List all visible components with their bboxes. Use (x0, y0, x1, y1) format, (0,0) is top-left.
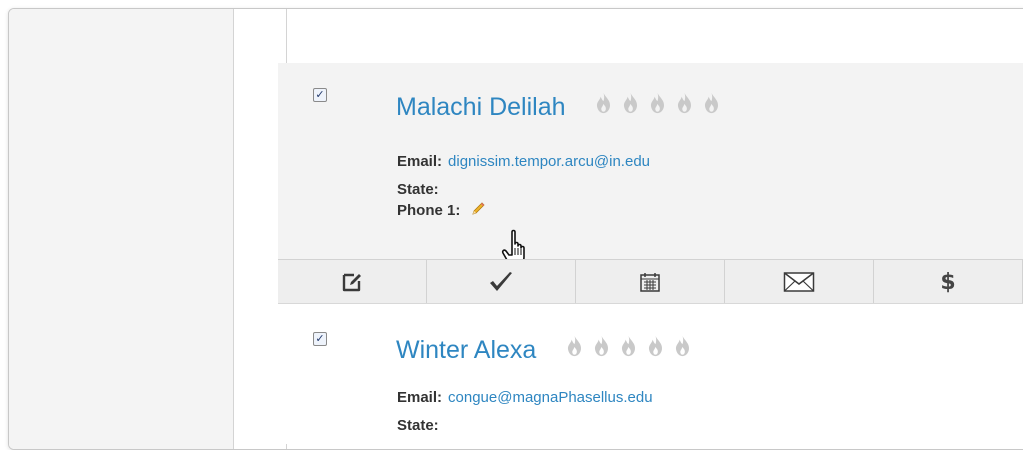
email-label: Email: (397, 153, 443, 170)
calendar-icon[interactable] (639, 271, 661, 293)
email-row: Email: congue@magnaPhasellus.edu (397, 389, 653, 407)
state-label: State: (397, 417, 439, 434)
rating-flames[interactable] (565, 335, 693, 364)
flame-icon[interactable] (646, 335, 665, 357)
contact-name[interactable]: Malachi Delilah (396, 93, 566, 121)
complete-button[interactable] (427, 260, 576, 304)
state-row: State: (397, 417, 653, 435)
flame-icon[interactable] (675, 92, 694, 114)
flame-icon[interactable] (648, 92, 667, 114)
left-sidebar-panel (9, 9, 234, 449)
payment-button[interactable]: $ (874, 260, 1023, 304)
flame-icon[interactable] (592, 335, 611, 357)
contact-fields: Email: dignissim.tempor.arcu@in.edu State… (397, 153, 650, 221)
contact-name-link[interactable]: Winter Alexa (396, 335, 693, 366)
contact-checkbox[interactable]: ✓ (313, 332, 327, 346)
email-button[interactable] (725, 260, 874, 304)
rating-flames[interactable] (594, 92, 722, 121)
flame-icon[interactable] (673, 335, 692, 357)
state-row: State: (397, 181, 650, 199)
mail-icon[interactable] (783, 271, 815, 293)
phone-label: Phone 1: (397, 202, 461, 219)
check-icon[interactable] (488, 270, 514, 294)
edit-note-icon[interactable] (341, 271, 363, 293)
state-label: State: (397, 181, 439, 198)
schedule-button[interactable] (576, 260, 725, 304)
edit-note-button[interactable] (278, 260, 427, 304)
contact-name[interactable]: Winter Alexa (396, 336, 536, 364)
email-label: Email: (397, 389, 443, 406)
contact-fields: Email: congue@magnaPhasellus.edu State: (397, 389, 653, 437)
contact-card: ✓ Winter Alexa Email: congue@magnaPhasell… (278, 303, 1023, 444)
contact-action-bar: $ (278, 259, 1023, 305)
flame-icon[interactable] (594, 92, 613, 114)
email-link[interactable]: congue@magnaPhasellus.edu (448, 389, 653, 406)
contact-name-link[interactable]: Malachi Delilah (396, 92, 722, 123)
contact-checkbox[interactable]: ✓ (313, 88, 327, 102)
email-row: Email: dignissim.tempor.arcu@in.edu (397, 153, 650, 171)
flame-icon[interactable] (565, 335, 584, 357)
pencil-edit-icon[interactable] (470, 201, 486, 217)
dollar-icon[interactable]: $ (940, 270, 955, 295)
flame-icon[interactable] (621, 92, 640, 114)
email-link[interactable]: dignissim.tempor.arcu@in.edu (448, 153, 650, 170)
phone-row: Phone 1: (397, 201, 650, 219)
contact-card: ✓ Malachi Delilah Email: dignissim.tempor… (278, 63, 1023, 266)
flame-icon[interactable] (619, 335, 638, 357)
flame-icon[interactable] (702, 92, 721, 114)
